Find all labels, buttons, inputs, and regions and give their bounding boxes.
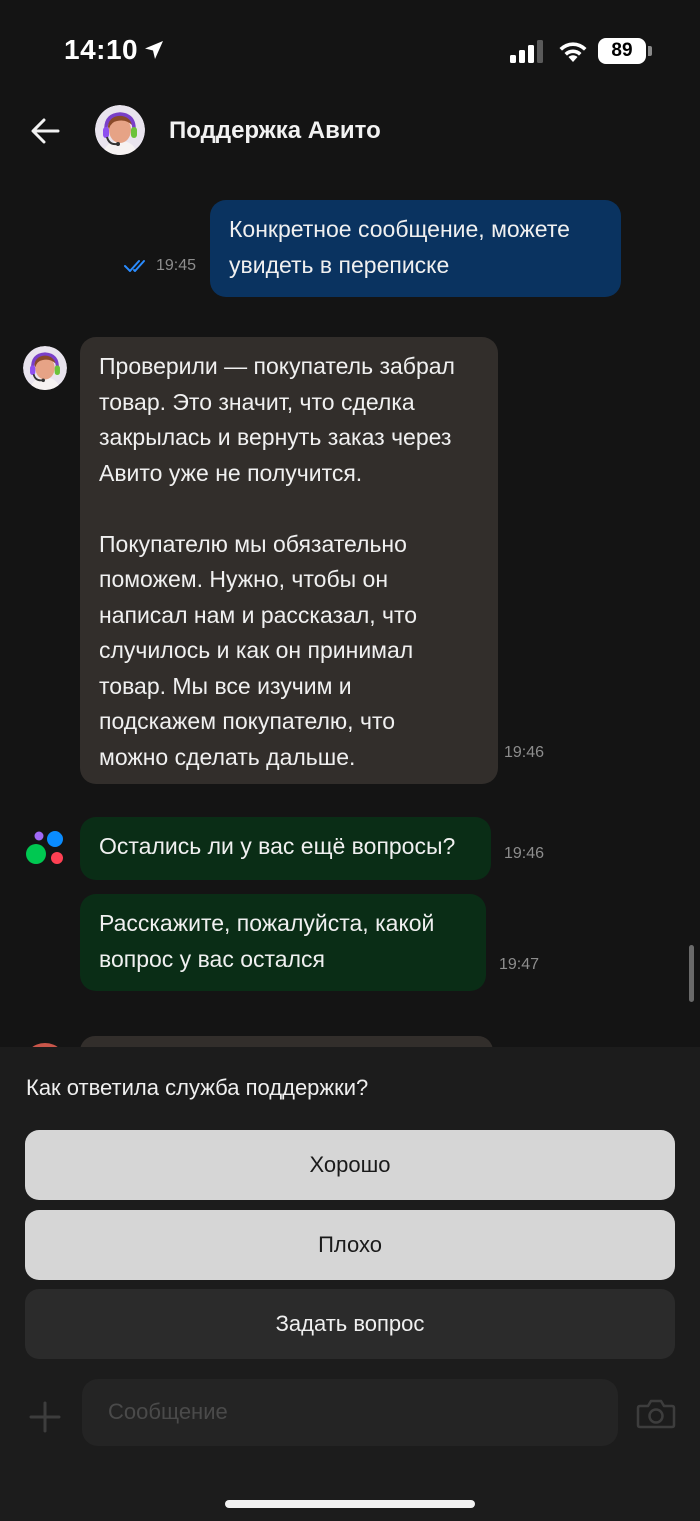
message-time: 19:46 — [504, 744, 545, 761]
chat-header: Поддержка Авито — [0, 100, 700, 164]
signal-icon — [510, 40, 543, 63]
battery-icon: 89 — [598, 38, 652, 64]
message-text: Остались ли у вас ещё вопросы? — [99, 833, 456, 859]
message-time: 19:47 — [499, 956, 540, 973]
avito-bot-logo-icon — [23, 827, 67, 871]
outgoing-message[interactable]: Конкретное сообщение, можете увидеть в п… — [210, 200, 621, 297]
wifi-icon — [559, 42, 587, 62]
support-agent-avatar[interactable] — [95, 105, 145, 155]
message-text: Конкретное сообщение, можете увидеть в п… — [229, 216, 570, 278]
status-time: 14:10 — [64, 34, 139, 65]
scrollbar[interactable] — [689, 945, 694, 1002]
status-bar: 14:10 89 — [0, 0, 700, 100]
feedback-sheet: Как ответила служба поддержки? Хорошо Пл… — [0, 1047, 700, 1521]
rate-bad-button[interactable]: Плохо — [25, 1210, 675, 1280]
chat-title: Поддержка Авито — [169, 117, 381, 144]
feedback-question: Как ответила служба поддержки? — [26, 1075, 369, 1100]
bot-message[interactable]: Расскажите, пожалуйста, какой вопрос у в… — [80, 894, 486, 991]
support-agent-avatar — [23, 346, 67, 390]
message-text: Проверили — покупатель забрал товар. Это… — [99, 353, 455, 770]
message-input[interactable]: Сообщение — [82, 1379, 618, 1446]
plus-icon[interactable] — [28, 1400, 62, 1434]
message-time: 19:46 — [504, 845, 545, 862]
message-text: Расскажите, пожалуйста, какой вопрос у в… — [99, 910, 435, 972]
incoming-message[interactable]: Проверили — покупатель забрал товар. Это… — [80, 337, 498, 784]
read-double-check-icon — [124, 260, 145, 272]
battery-level: 89 — [598, 38, 646, 64]
ask-question-button[interactable]: Задать вопрос — [25, 1289, 675, 1359]
bot-message[interactable]: Остались ли у вас ещё вопросы? — [80, 817, 491, 880]
arrow-left-icon[interactable] — [28, 114, 62, 148]
camera-icon[interactable] — [636, 1397, 676, 1429]
rate-good-button[interactable]: Хорошо — [25, 1130, 675, 1200]
message-time: 19:45 — [156, 257, 197, 274]
location-arrow-icon — [145, 41, 163, 59]
home-indicator[interactable] — [225, 1500, 475, 1508]
message-input-placeholder: Сообщение — [108, 1399, 228, 1424]
